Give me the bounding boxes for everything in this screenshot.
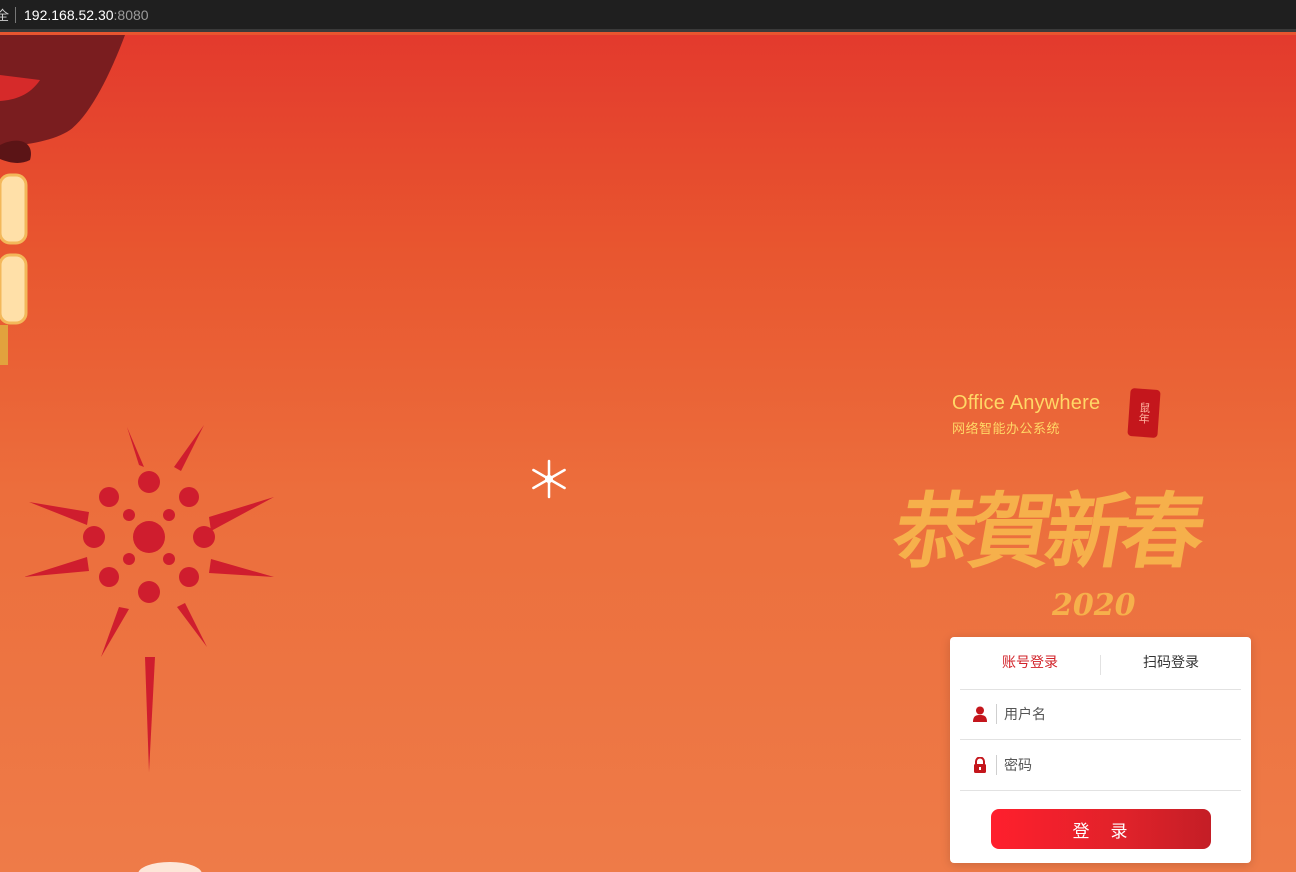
username-field xyxy=(960,689,1241,740)
address-divider xyxy=(15,6,17,23)
login-panel: 账号登录 扫码登录 登 录 xyxy=(950,637,1251,863)
user-icon xyxy=(973,706,987,722)
snowflake-icon xyxy=(532,459,566,499)
moon-decoration xyxy=(138,862,202,872)
site-info-icon[interactable]: 全 xyxy=(0,5,9,24)
browser-address-bar[interactable]: 全 192.168.52.30 :8080 xyxy=(0,0,1296,32)
brand-name-en: Office Anywhere xyxy=(952,392,1101,414)
lock-icon xyxy=(974,757,986,773)
login-tabs: 账号登录 扫码登录 xyxy=(960,637,1241,690)
login-button[interactable]: 登 录 xyxy=(991,809,1211,849)
password-divider xyxy=(996,755,997,775)
lantern-decoration xyxy=(0,35,125,365)
brand-block: Office Anywhere 网络智能办公系统 xyxy=(952,392,1100,437)
url-host[interactable]: 192.168.52.30 xyxy=(24,7,114,23)
new-year-greeting: 恭賀新春 xyxy=(886,484,1208,580)
username-input[interactable] xyxy=(1002,699,1236,731)
login-page-background: Office Anywhere 网络智能办公系统 鼠年 恭賀新春 2020 账号… xyxy=(0,35,1296,872)
tab-qr-login[interactable]: 扫码登录 xyxy=(1101,637,1241,689)
firework-decoration xyxy=(25,425,274,772)
username-divider xyxy=(996,704,997,724)
brand-name-cn: 网络智能办公系统 xyxy=(952,422,1061,437)
url-port[interactable]: :8080 xyxy=(114,7,149,23)
password-input[interactable] xyxy=(1002,750,1236,782)
seal-text: 鼠年 xyxy=(1136,401,1152,425)
year-seal: 鼠年 xyxy=(1127,388,1161,438)
greeting-year: 2020 xyxy=(1052,588,1136,623)
tab-account-login[interactable]: 账号登录 xyxy=(960,637,1100,689)
password-field xyxy=(960,740,1241,791)
